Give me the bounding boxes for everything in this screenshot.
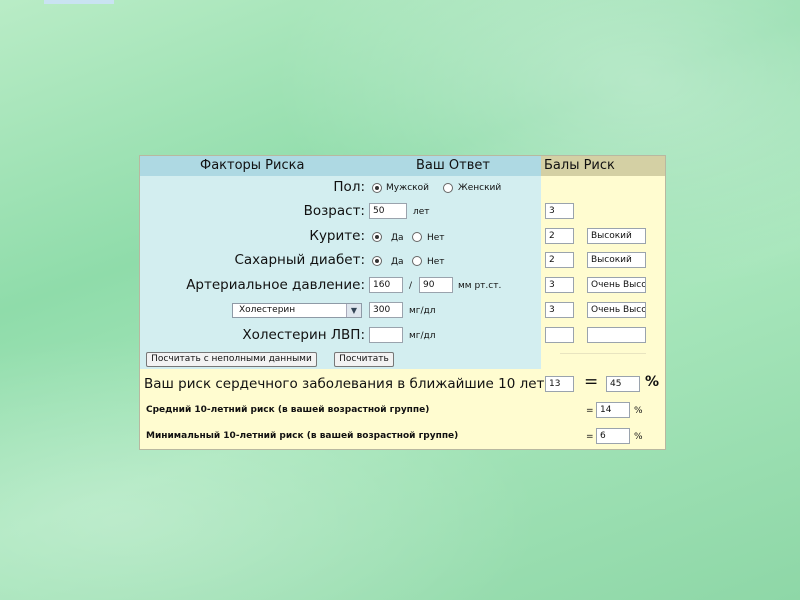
chevron-down-icon[interactable]: ▼ — [346, 304, 361, 317]
average-percent-sign: % — [634, 406, 643, 416]
gender-female-label: Женский — [458, 183, 502, 193]
minimal-equals-sign: = — [586, 432, 594, 442]
diabetes-yes-radio[interactable] — [372, 256, 382, 266]
calculate-button[interactable]: Посчитать — [334, 352, 394, 367]
diabetes-yes-label: Да — [391, 257, 404, 267]
age-points-field: 3 — [545, 203, 574, 219]
hdl-points-field — [545, 327, 574, 343]
gender-male-label: Мужской — [386, 183, 429, 193]
cholesterol-points-field: 3 — [545, 302, 574, 318]
diastolic-input[interactable]: 90 — [419, 277, 453, 293]
equals-sign: = — [584, 372, 599, 392]
cholesterol-input[interactable]: 300 — [369, 302, 403, 318]
diabetes-no-radio[interactable] — [412, 256, 422, 266]
smoking-label: Курите: — [309, 228, 365, 244]
gender-male-radio[interactable] — [372, 183, 382, 193]
smoking-points-field: 2 — [545, 228, 574, 244]
divider — [560, 353, 646, 354]
minimal-percent-sign: % — [634, 432, 643, 442]
hdl-risk-field — [587, 327, 646, 343]
calculate-partial-button[interactable]: Посчитать с неполными данными — [146, 352, 317, 367]
diabetes-label: Сахарный диабет: — [234, 252, 365, 268]
header-risk-factors: Факторы Риска — [200, 158, 305, 173]
pressure-unit: мм рт.ст. — [458, 281, 502, 291]
your-risk-label: Ваш риск сердечного заболевания в ближай… — [144, 376, 545, 392]
average-equals-sign: = — [586, 406, 594, 416]
average-risk-label: Средний 10-летний риск (в вашей возрастн… — [146, 405, 430, 415]
cholesterol-unit: мг/дл — [409, 306, 436, 316]
your-risk-percent-sign: % — [645, 374, 660, 390]
minimal-risk-field: 6 — [596, 428, 630, 444]
age-label: Возраст: — [303, 203, 365, 219]
header-risk-points: Балы Риск — [544, 158, 615, 173]
smoking-no-label: Нет — [427, 233, 445, 243]
smoking-yes-label: Да — [391, 233, 404, 243]
diabetes-points-field: 2 — [545, 252, 574, 268]
hdl-label: Холестерин ЛВП: — [242, 327, 365, 343]
hdl-input[interactable] — [369, 327, 403, 343]
age-input[interactable]: 50 — [369, 203, 407, 219]
gender-label: Пол: — [333, 179, 365, 195]
age-unit: лет — [413, 207, 430, 217]
risk-calculator-panel: Факторы Риска Ваш Ответ Балы Риск Пол: М… — [139, 155, 666, 450]
corner-decoration — [44, 0, 114, 4]
diabetes-risk-field: Высокий — [587, 252, 646, 268]
your-risk-points-field: 13 — [545, 376, 574, 392]
header-your-answer: Ваш Ответ — [416, 158, 490, 173]
smoking-risk-field: Высокий — [587, 228, 646, 244]
your-risk-percent-field: 45 — [606, 376, 640, 392]
average-risk-field: 14 — [596, 402, 630, 418]
pressure-points-field: 3 — [545, 277, 574, 293]
minimal-risk-label: Минимальный 10-летний риск (в вашей возр… — [146, 431, 459, 441]
pressure-separator: / — [409, 281, 413, 291]
diabetes-no-label: Нет — [427, 257, 445, 267]
smoking-yes-radio[interactable] — [372, 232, 382, 242]
cholesterol-type-select[interactable]: Холестерин ▼ — [232, 303, 362, 318]
gender-female-radio[interactable] — [443, 183, 453, 193]
pressure-label: Артериальное давление: — [186, 277, 365, 293]
pressure-risk-field: Очень Высо — [587, 277, 646, 293]
hdl-unit: мг/дл — [409, 331, 436, 341]
cholesterol-select-value: Холестерин — [239, 305, 296, 315]
systolic-input[interactable]: 160 — [369, 277, 403, 293]
smoking-no-radio[interactable] — [412, 232, 422, 242]
cholesterol-risk-field: Очень Высо — [587, 302, 646, 318]
